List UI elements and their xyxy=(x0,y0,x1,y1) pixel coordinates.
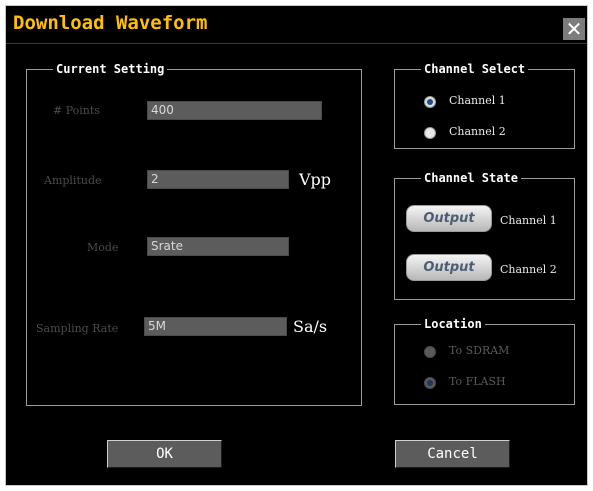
sampling-rate-unit: Sa/s xyxy=(293,317,328,336)
cancel-button[interactable]: Cancel xyxy=(395,440,510,468)
channel-2-state-label: Channel 2 xyxy=(500,263,557,276)
channel-1-state-label: Channel 1 xyxy=(500,214,557,227)
mode-select[interactable]: Srate xyxy=(147,237,289,256)
channel-2-radio-label[interactable]: Channel 2 xyxy=(449,125,506,138)
channel-1-radio-label[interactable]: Channel 1 xyxy=(449,94,506,107)
location-legend: Location xyxy=(424,317,482,331)
to-flash-radio-label: To FLASH xyxy=(449,375,506,388)
to-sdram-radio xyxy=(424,346,436,358)
points-input[interactable]: 400 xyxy=(147,101,322,120)
current-setting-legend: Current Setting xyxy=(56,62,165,76)
to-sdram-radio-label: To SDRAM xyxy=(449,344,510,357)
channel-select-legend: Channel Select xyxy=(424,62,526,76)
channel-1-output-button[interactable]: Output xyxy=(406,205,492,232)
channel-1-radio[interactable] xyxy=(424,96,436,108)
dialog-title: Download Waveform xyxy=(13,12,208,34)
sampling-rate-input[interactable]: 5M xyxy=(144,317,287,336)
title-bar[interactable]: Download Waveform ✕ xyxy=(6,6,587,44)
channel-state-legend: Channel State xyxy=(424,171,518,185)
channel-2-radio[interactable] xyxy=(424,127,436,139)
amplitude-input[interactable]: 2 xyxy=(147,170,289,189)
mode-label: Mode xyxy=(87,241,119,254)
download-waveform-dialog: Download Waveform ✕ Current Setting # Po… xyxy=(5,5,588,486)
ok-button[interactable]: OK xyxy=(107,440,222,468)
amplitude-label: Amplitude xyxy=(44,174,102,187)
sampling-rate-label: Sampling Rate xyxy=(36,322,119,335)
channel-2-output-button[interactable]: Output xyxy=(406,254,492,281)
close-icon[interactable]: ✕ xyxy=(563,18,585,40)
points-label: # Points xyxy=(53,104,100,117)
to-flash-radio xyxy=(424,377,436,389)
amplitude-unit: Vpp xyxy=(299,170,332,189)
location-group: Location xyxy=(394,317,575,405)
